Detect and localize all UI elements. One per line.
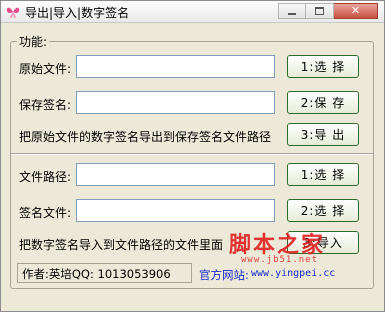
- maximize-button[interactable]: [306, 3, 334, 19]
- group-title: 功能:: [17, 33, 50, 50]
- export-button[interactable]: 3:导 出: [287, 123, 359, 146]
- minimize-icon: [288, 13, 296, 15]
- official-site-label: 官方网站:: [199, 268, 249, 282]
- butterfly-icon: [6, 5, 20, 19]
- save-signature-label: 保存签名:: [19, 98, 72, 112]
- author-info: 作者:英培QQ: 1013053906: [17, 263, 192, 283]
- official-site-link[interactable]: www.yingpei.cc: [251, 268, 335, 279]
- main-window: 导出|导入|数字签名 ✕ 功能: 原始文件: 1:选 择 保存签名: 2:保 存…: [0, 0, 385, 312]
- close-icon: ✕: [350, 4, 361, 17]
- import-hint: 把数字签名导入到文件路径的文件里面: [19, 238, 224, 252]
- export-hint: 把原始文件的数字签名导出到保存签名文件路径: [19, 130, 272, 144]
- watermark-url: www.jb51.net: [241, 255, 319, 265]
- section-divider: [11, 153, 373, 155]
- window-title: 导出|导入|数字签名: [25, 6, 130, 20]
- select-path-button[interactable]: 1:选 择: [287, 163, 359, 186]
- minimize-button[interactable]: [278, 3, 306, 19]
- title-bar[interactable]: 导出|导入|数字签名 ✕: [1, 1, 384, 23]
- signature-file-input[interactable]: [76, 199, 275, 222]
- file-path-input[interactable]: [76, 163, 275, 186]
- source-file-label: 原始文件:: [19, 62, 72, 76]
- window-controls: ✕: [278, 3, 378, 19]
- save-signature-input[interactable]: [76, 91, 275, 114]
- signature-file-label: 签名文件:: [19, 206, 72, 220]
- select-signature-button[interactable]: 2:选 择: [287, 199, 359, 222]
- close-button[interactable]: ✕: [334, 3, 378, 19]
- maximize-icon: [315, 7, 324, 15]
- file-path-label: 文件路径:: [19, 170, 72, 184]
- select-source-button[interactable]: 1:选 择: [287, 55, 359, 78]
- source-file-input[interactable]: [76, 55, 275, 78]
- save-signature-button[interactable]: 2:保 存: [287, 91, 359, 114]
